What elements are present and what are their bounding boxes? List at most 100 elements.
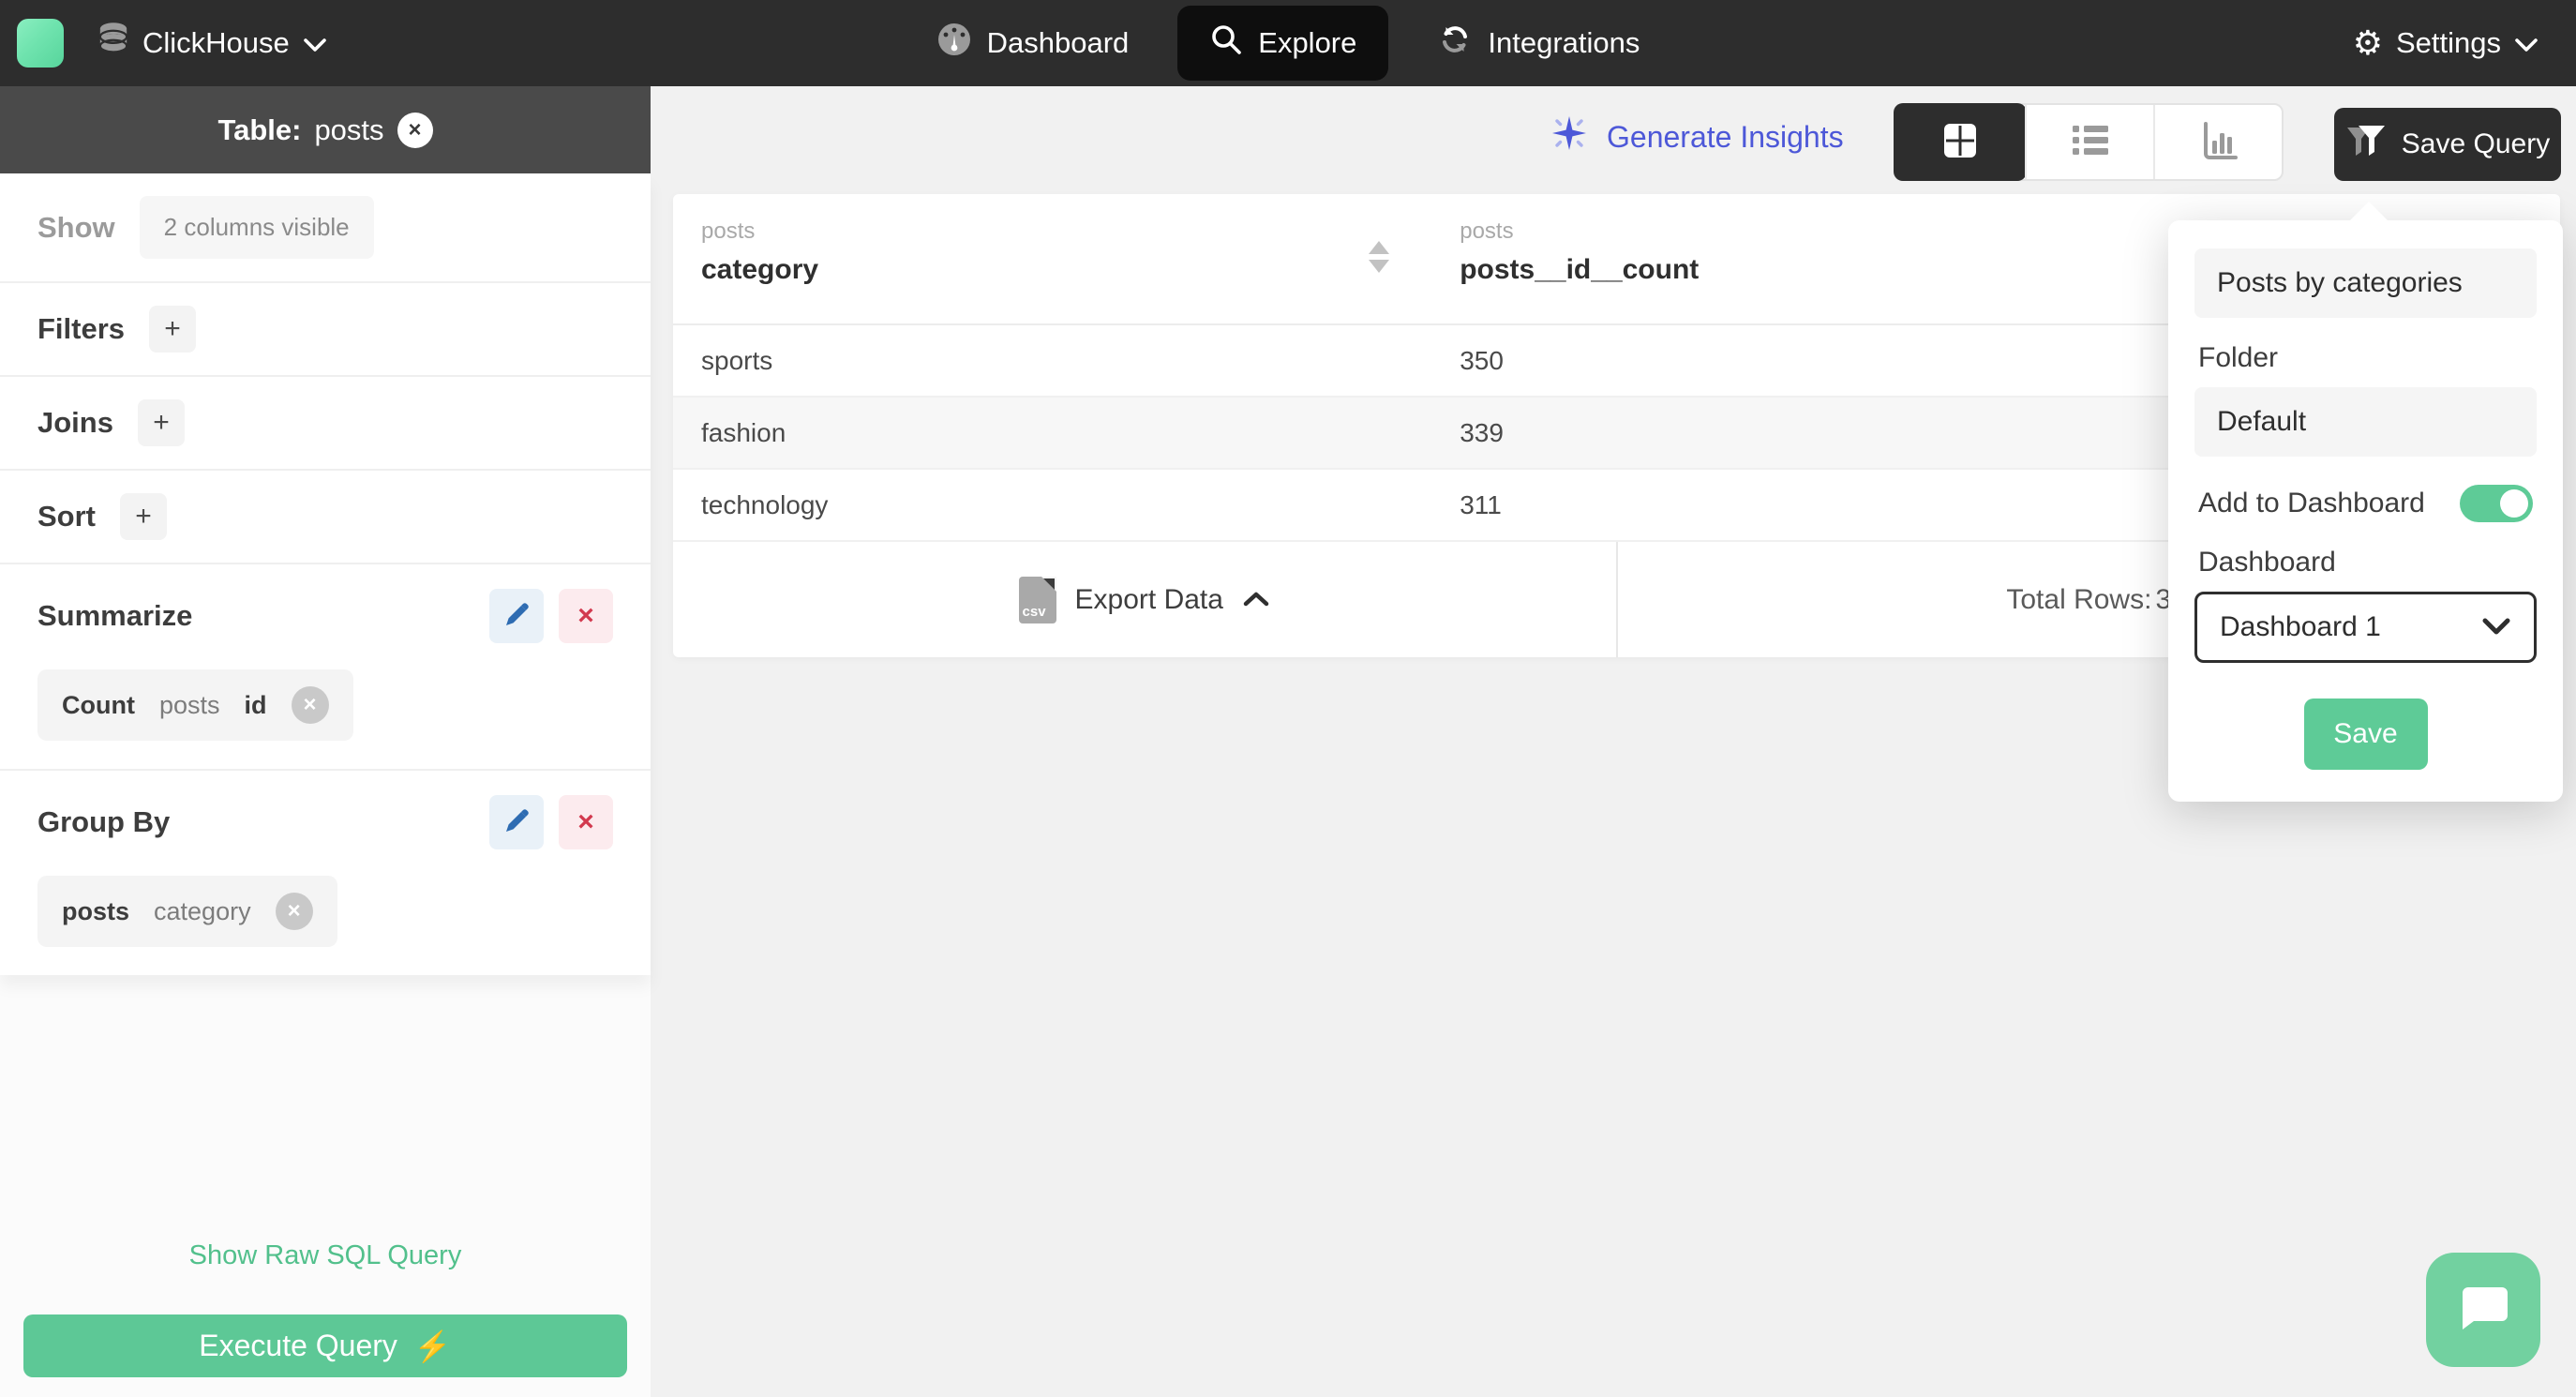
filters-label: Filters: [37, 312, 126, 345]
selected-table-header: Table: posts ×: [0, 86, 651, 173]
column-header-category[interactable]: posts category: [673, 194, 1431, 323]
edit-summarize-button[interactable]: [489, 589, 544, 643]
nav-dashboard-label: Dashboard: [986, 26, 1130, 59]
pencil-icon: [502, 601, 531, 632]
total-rows-label: Total Rows:: [2006, 583, 2152, 615]
show-label: Show: [37, 210, 115, 244]
chip-table-name: posts: [158, 690, 220, 719]
topbar-left: ClickHouse: [17, 0, 327, 86]
cell-category: sports: [701, 345, 773, 375]
chevron-up-icon: [1242, 584, 1270, 616]
nav-explore-label: Explore: [1258, 26, 1357, 59]
generate-insights-label: Generate Insights: [1607, 119, 1844, 154]
sync-icon: [1437, 22, 1473, 65]
sidebar-content: Show 2 columns visible Filters + Joins +…: [0, 173, 651, 975]
joins-section: Joins +: [0, 377, 651, 471]
search-icon: [1209, 23, 1243, 64]
table-name: posts: [314, 113, 384, 146]
bar-chart-icon: [2198, 120, 2239, 164]
database-name: ClickHouse: [142, 26, 290, 59]
add-to-dashboard-row: Add to Dashboard: [2198, 485, 2533, 522]
lightning-icon: ⚡: [413, 1329, 452, 1363]
remove-summarize-chip-icon[interactable]: ×: [291, 686, 329, 724]
aggregate-name: Count: [62, 690, 135, 719]
columns-visible-button[interactable]: 2 columns visible: [139, 196, 374, 259]
settings-menu[interactable]: ⚙ Settings: [2353, 0, 2539, 86]
app-logo[interactable]: [17, 19, 64, 68]
cell-category: fashion: [701, 417, 786, 447]
chat-widget-button[interactable]: [2426, 1253, 2540, 1367]
app-root: ClickHouse Dashboard Explore Integration…: [0, 0, 2576, 1397]
show-raw-sql-link[interactable]: Show Raw SQL Query: [189, 1240, 462, 1271]
dashboard-label: Dashboard: [2198, 547, 2336, 578]
dashboard-select[interactable]: Dashboard 1: [2194, 592, 2537, 663]
gauge-icon: [936, 22, 972, 65]
summarize-label: Summarize: [37, 599, 193, 632]
chevron-down-icon: [303, 26, 327, 60]
add-to-dashboard-toggle[interactable]: [2460, 485, 2533, 522]
dashboard-select-value: Dashboard 1: [2220, 611, 2381, 642]
database-switcher[interactable]: ClickHouse: [97, 22, 327, 65]
sparkle-icon: [1549, 113, 1590, 161]
sort-arrows-icon[interactable]: [1369, 241, 1390, 273]
save-query-popover: Posts by categories Folder Default Add t…: [2168, 202, 2563, 802]
show-section: Show 2 columns visible: [0, 173, 651, 283]
csv-file-icon: csv: [1018, 576, 1056, 623]
filter-save-icon: [2345, 122, 2387, 167]
chip-table-name: posts: [62, 896, 130, 925]
query-builder-sidebar: Table: posts × Show 2 columns visible Fi…: [0, 86, 651, 1397]
query-name-input[interactable]: Posts by categories: [2194, 248, 2537, 318]
remove-group-by-chip-icon[interactable]: ×: [275, 893, 313, 930]
database-icon: [97, 22, 129, 65]
nav-integrations[interactable]: Integrations: [1413, 8, 1664, 78]
column-group: posts: [701, 218, 756, 244]
sort-section: Sort +: [0, 471, 651, 564]
pencil-icon: [502, 807, 531, 838]
folder-label: Folder: [2198, 342, 2279, 373]
add-filter-button[interactable]: +: [149, 306, 197, 353]
view-chart-button[interactable]: [2153, 105, 2282, 179]
save-query-label: Save Query: [2401, 128, 2551, 159]
summarize-section: Summarize × Count posts id ×: [0, 564, 651, 771]
remove-summarize-button[interactable]: ×: [559, 589, 613, 643]
nav-integrations-label: Integrations: [1488, 26, 1640, 59]
export-data-button[interactable]: csv Export Data: [673, 542, 1616, 657]
cell-category: technology: [701, 489, 829, 519]
add-sort-button[interactable]: +: [120, 493, 167, 540]
top-navigation-bar: ClickHouse Dashboard Explore Integration…: [0, 0, 2576, 86]
group-by-label: Group By: [37, 805, 171, 838]
edit-group-by-button[interactable]: [489, 795, 544, 849]
remove-table-icon[interactable]: ×: [397, 112, 433, 148]
nav-explore[interactable]: Explore: [1177, 6, 1389, 81]
view-table-button[interactable]: [1894, 103, 2027, 181]
folder-input[interactable]: Default: [2194, 387, 2537, 457]
gear-icon: ⚙: [2352, 23, 2383, 62]
main-nav: Dashboard Explore Integrations: [912, 6, 1665, 81]
export-data-label: Export Data: [1074, 583, 1223, 615]
group-by-section: Group By × posts category ×: [0, 771, 651, 975]
chevron-down-icon: [2481, 611, 2511, 643]
view-list-button[interactable]: [2025, 105, 2153, 179]
view-mode-toggle: [1894, 103, 2284, 181]
save-query-button[interactable]: Save Query: [2334, 108, 2561, 181]
column-name: category: [701, 254, 819, 285]
execute-query-button[interactable]: Execute Query ⚡: [23, 1314, 627, 1377]
generate-insights-link[interactable]: Generate Insights: [1549, 113, 1844, 161]
chip-column-name: id: [244, 690, 267, 719]
joins-label: Joins: [37, 406, 113, 439]
summarize-chip: Count posts id ×: [37, 669, 353, 741]
remove-group-by-button[interactable]: ×: [559, 795, 613, 849]
filters-section: Filters +: [0, 283, 651, 377]
execute-query-label: Execute Query: [199, 1329, 397, 1362]
table-view-icon: [1940, 120, 1980, 164]
table-label: Table:: [217, 113, 302, 146]
settings-label: Settings: [2395, 26, 2501, 59]
chip-column-name: category: [154, 896, 251, 925]
nav-dashboard[interactable]: Dashboard: [912, 8, 1154, 78]
sidebar-footer: Show Raw SQL Query Execute Query ⚡: [0, 1240, 651, 1397]
chevron-down-icon: [2514, 26, 2539, 60]
add-join-button[interactable]: +: [137, 399, 185, 446]
list-view-icon: [2069, 122, 2112, 162]
save-button[interactable]: Save: [2303, 698, 2428, 770]
toggle-knob: [2500, 489, 2528, 518]
